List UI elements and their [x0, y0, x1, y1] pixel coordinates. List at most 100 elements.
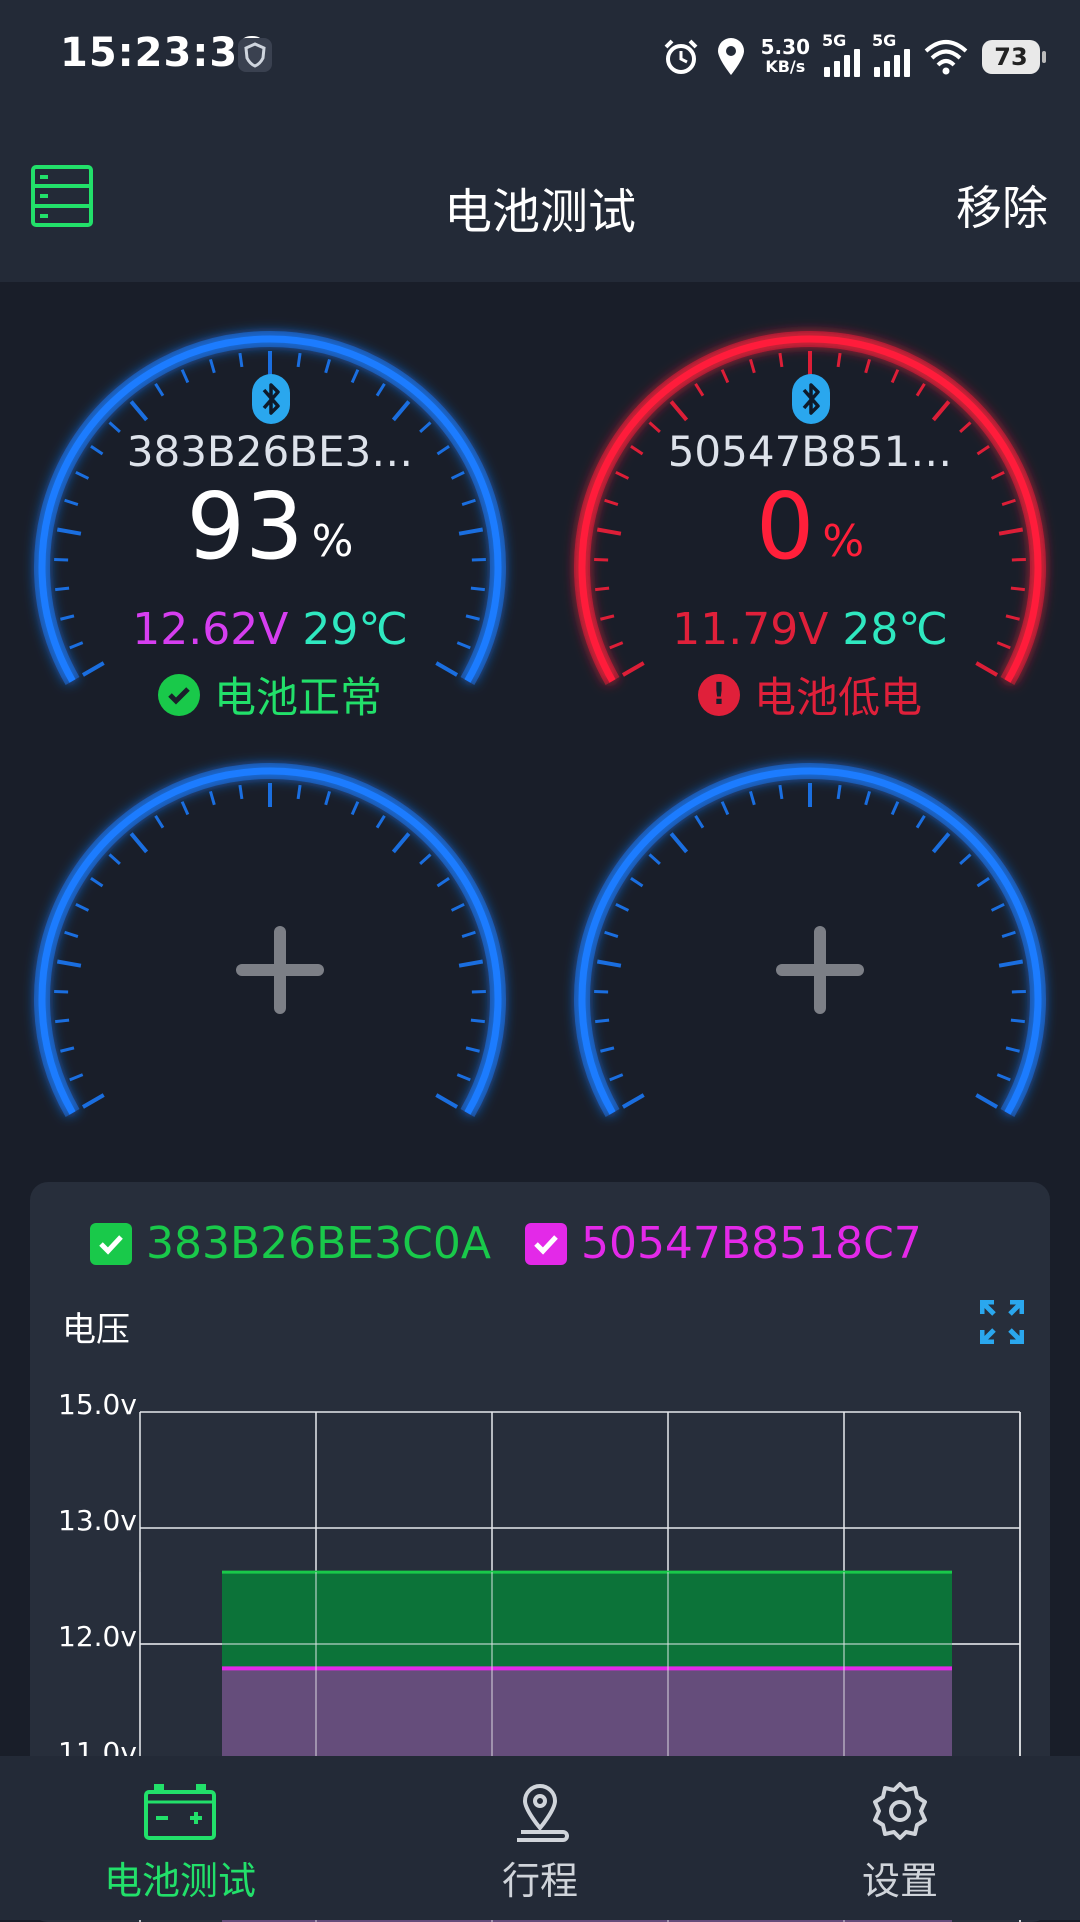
nav-trip[interactable]: 行程 [440, 1780, 640, 1905]
gauge-tick [70, 1075, 83, 1080]
gauge-tick [1006, 1048, 1020, 1051]
gauge-tick [722, 802, 728, 815]
status-bar: 15:23:38 5.30 KB/s 5G 5G 73 [0, 0, 1080, 112]
gauge-tick [976, 1095, 997, 1107]
gauge-tick [466, 1048, 480, 1051]
gauge-tick [352, 802, 358, 815]
status-text: 电池正常 [214, 664, 382, 725]
gauge-tick [605, 932, 618, 936]
status-text: 电池低电 [754, 664, 922, 725]
gauge-tick [671, 834, 686, 852]
add-device-gauge-1[interactable] [10, 744, 530, 1164]
gauge-tick [436, 1095, 457, 1107]
gauge-tick [933, 834, 948, 852]
checkbox-checked-icon[interactable] [90, 1223, 132, 1265]
signal-icon: 5G [874, 37, 910, 77]
alarm-icon [661, 37, 701, 77]
gauge-tick [471, 1020, 485, 1021]
percent-unit: % [822, 516, 864, 567]
battery-status: 电池正常 [10, 664, 530, 725]
gauge-tick [696, 816, 703, 828]
gauge-tick [595, 1020, 609, 1021]
gauge-tick [420, 854, 430, 863]
y-tick-label: 13.0v [58, 1504, 137, 1537]
signal-label: 5G [822, 31, 846, 50]
checkbox-checked-icon[interactable] [525, 1223, 567, 1265]
legend-item-2[interactable]: 50547B8518C7 [525, 1218, 922, 1269]
legend-item-1[interactable]: 383B26BE3C0A [90, 1218, 491, 1269]
battery-gauge-2[interactable]: 50547B851… 0 % 11.79V 28℃ ! 电池低电 [550, 312, 1070, 732]
gauge-tick [866, 791, 870, 804]
device-name: 383B26BE3… [10, 427, 530, 476]
voltage-temp: 11.79V 28℃ [550, 604, 1070, 655]
gauge-tick [917, 816, 924, 828]
gauge-tick [240, 785, 242, 799]
gauge-tick [999, 961, 1023, 965]
bluetooth-icon [792, 374, 830, 424]
gear-icon [869, 1780, 931, 1842]
nav-label: 行程 [440, 1850, 640, 1905]
voltage-value: 11.79V [672, 604, 828, 655]
gauge-tick [610, 1075, 623, 1080]
gauge-tick [57, 961, 81, 965]
percent-unit: % [312, 516, 354, 567]
location-pin-icon [507, 1780, 573, 1842]
voltage-value: 12.62V [132, 604, 288, 655]
wifi-icon [924, 39, 968, 75]
gauge-tick [91, 878, 103, 886]
device-name: 50547B851… [550, 427, 1070, 476]
gauge-tick [750, 791, 754, 804]
gauge-tick [326, 791, 330, 804]
gauge-tick [892, 802, 898, 815]
add-icon[interactable] [232, 922, 328, 1018]
percent-value: 0 [756, 477, 815, 577]
bottom-nav: 电池测试 行程 设置 [0, 1756, 1080, 1920]
bluetooth-icon [252, 374, 290, 424]
gauge-tick [462, 932, 475, 936]
temperature-value: 28℃ [842, 604, 947, 655]
add-device-gauge-2[interactable] [550, 744, 1070, 1164]
remove-button[interactable]: 移除 [956, 172, 1048, 238]
gauge-tick [623, 1095, 644, 1107]
gauge-tick [597, 961, 621, 965]
gauge-tick [780, 785, 782, 799]
gauge-tick [109, 854, 119, 863]
gauge-tick [156, 816, 163, 828]
chart-title: 电压 [62, 1302, 130, 1351]
battery-gauge-1[interactable]: 383B26BE3… 93 % 12.62V 29℃ 电池正常 [10, 312, 530, 732]
net-speed-unit: KB/s [761, 57, 810, 77]
battery-percent: 93 % [10, 477, 530, 577]
gauge-tick [649, 854, 659, 863]
gauge-tick [1002, 932, 1015, 936]
nav-battery-test[interactable]: 电池测试 [80, 1780, 280, 1905]
gauge-tick [1011, 1020, 1025, 1021]
gauge-tick [83, 1095, 104, 1107]
net-speed: 5.30 KB/s [761, 37, 810, 77]
status-time: 15:23:38 [60, 30, 267, 76]
alert-icon: ! [698, 674, 740, 716]
gauge-tick [437, 878, 449, 886]
y-tick-label: 12.0v [58, 1620, 137, 1653]
gauge-tick [377, 816, 384, 828]
temperature-value: 29℃ [302, 604, 407, 655]
gauge-tick [997, 1075, 1010, 1080]
battery-percent: 0 % [550, 477, 1070, 577]
fullscreen-icon[interactable] [980, 1300, 1024, 1344]
check-circle-icon [158, 674, 200, 716]
gauge-tick [65, 932, 78, 936]
add-icon[interactable] [772, 922, 868, 1018]
location-icon [715, 37, 747, 77]
gauge-tick [55, 1020, 69, 1021]
app-header: 电池测试 移除 [0, 112, 1080, 282]
gauge-tick [452, 904, 465, 910]
legend-label: 383B26BE3C0A [146, 1218, 491, 1269]
legend-label: 50547B8518C7 [581, 1218, 922, 1269]
page-title: 电池测试 [0, 172, 1080, 242]
nav-settings[interactable]: 设置 [800, 1780, 1000, 1905]
gauge-tick [600, 1048, 614, 1051]
gauge-tick [992, 904, 1005, 910]
gauge-tick [631, 878, 643, 886]
gauge-tick [131, 834, 146, 852]
gauge-tick [393, 834, 408, 852]
y-tick-label: 15.0v [58, 1388, 137, 1421]
